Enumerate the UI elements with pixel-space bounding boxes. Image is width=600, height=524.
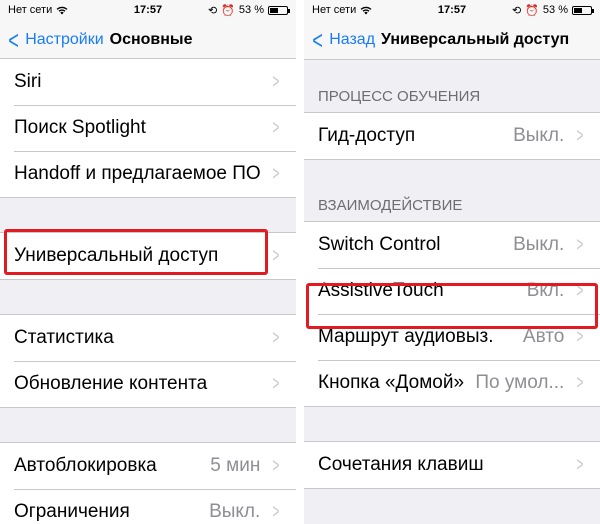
chevron-right-icon: >	[272, 162, 280, 185]
alarm-icon: ⏰	[525, 4, 539, 17]
row-accessibility[interactable]: Универсальный доступ >	[0, 233, 296, 279]
row-spotlight[interactable]: Поиск Spotlight >	[0, 105, 296, 151]
page-title: Основные	[109, 30, 193, 48]
chevron-right-icon: >	[272, 116, 280, 139]
chevron-right-icon: >	[272, 500, 280, 523]
settings-group: Гид-доступ Выкл. >	[304, 112, 600, 160]
chevron-right-icon: >	[576, 233, 584, 256]
settings-group: Siri > Поиск Spotlight > Handoff и предлаг…	[0, 58, 296, 198]
general-settings-screen: Нет сети 17:57 ⟲ ⏰ 53 % < Настройки Осно…	[0, 0, 296, 524]
row-guided-access[interactable]: Гид-доступ Выкл. >	[304, 113, 600, 159]
rotation-lock-icon: ⟲	[512, 4, 522, 17]
settings-group: Switch Control Выкл. > AssistiveTouch Вкл. >…	[304, 221, 600, 407]
row-switch-control[interactable]: Switch Control Выкл. >	[304, 222, 600, 268]
chevron-right-icon: >	[272, 454, 280, 477]
settings-group: Сочетания клавиш >	[304, 441, 600, 489]
wifi-icon	[360, 6, 372, 14]
chevron-right-icon: >	[576, 124, 584, 147]
row-background-refresh[interactable]: Обновление контента >	[0, 361, 296, 407]
chevron-left-icon: <	[8, 24, 19, 55]
settings-group: Универсальный доступ >	[0, 232, 296, 280]
chevron-left-icon: <	[312, 24, 323, 55]
status-bar: Нет сети 17:57 ⟲ ⏰ 53 %	[0, 0, 296, 20]
row-restrictions[interactable]: Ограничения Выкл. >	[0, 489, 296, 524]
battery-icon	[572, 5, 594, 15]
rotation-lock-icon: ⟲	[208, 4, 218, 17]
alarm-icon: ⏰	[221, 4, 235, 17]
row-siri[interactable]: Siri >	[0, 59, 296, 105]
row-home-button[interactable]: Кнопка «Домой» По умол... >	[304, 360, 600, 406]
status-bar: Нет сети 17:57 ⟲ ⏰ 53 %	[304, 0, 600, 20]
chevron-right-icon: >	[272, 372, 280, 395]
wifi-icon	[56, 6, 68, 14]
chevron-right-icon: >	[272, 244, 280, 267]
row-autolock[interactable]: Автоблокировка 5 мин >	[0, 443, 296, 489]
battery-percent: 53 %	[542, 4, 568, 16]
back-label: Назад	[329, 30, 376, 48]
chevron-right-icon: >	[576, 453, 584, 476]
battery-fill	[270, 7, 279, 13]
chevron-right-icon: >	[576, 371, 584, 394]
back-button[interactable]: < Настройки	[0, 24, 104, 55]
chevron-right-icon: >	[576, 325, 584, 348]
back-label: Настройки	[25, 30, 104, 48]
row-usage[interactable]: Статистика >	[0, 315, 296, 361]
carrier-label: Нет сети	[8, 4, 53, 16]
row-call-audio-routing[interactable]: Маршрут аудиовыз. Авто >	[304, 314, 600, 360]
carrier-label: Нет сети	[312, 4, 357, 16]
back-button[interactable]: < Назад	[304, 24, 376, 55]
navigation-bar: < Настройки Основные	[0, 20, 296, 60]
battery-icon	[268, 5, 290, 15]
settings-group: Автоблокировка 5 мин > Ограничения Выкл. >	[0, 442, 296, 524]
row-keyboard-shortcuts[interactable]: Сочетания клавиш >	[304, 442, 600, 488]
chevron-right-icon: >	[576, 279, 584, 302]
row-assistivetouch[interactable]: AssistiveTouch Вкл. >	[304, 268, 600, 314]
page-title: Универсальный доступ	[381, 30, 570, 48]
section-header-learning: ПРОЦЕСС ОБУЧЕНИЯ	[318, 88, 481, 105]
section-header-interaction: ВЗАИМОДЕЙСТВИЕ	[318, 197, 463, 214]
row-handoff[interactable]: Handoff и предлагаемое ПО >	[0, 151, 296, 197]
navigation-bar: < Назад Универсальный доступ	[304, 20, 600, 60]
battery-percent: 53 %	[238, 4, 264, 16]
accessibility-screen: Нет сети 17:57 ⟲ ⏰ 53 % < Назад Универса…	[304, 0, 600, 524]
chevron-right-icon: >	[272, 326, 280, 349]
battery-fill	[574, 7, 583, 13]
settings-group: Статистика > Обновление контента >	[0, 314, 296, 408]
chevron-right-icon: >	[272, 70, 280, 93]
